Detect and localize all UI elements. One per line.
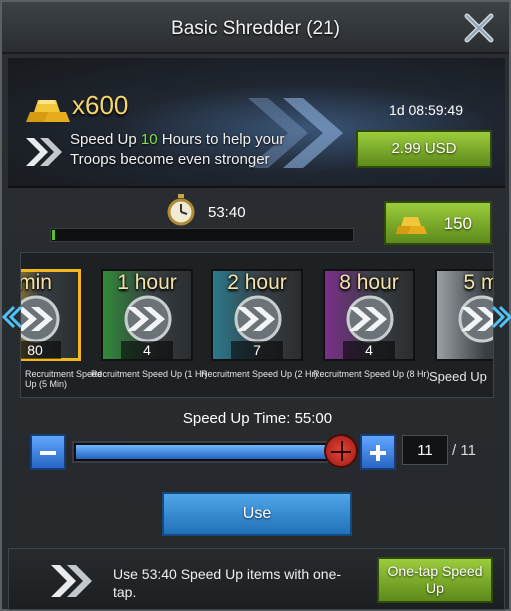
- offer-countdown: 1d 08:59:49: [389, 102, 463, 118]
- speedup-item-label: Recruitment Speed Up (2 Hr): [201, 369, 318, 379]
- chevron-speedup-icon: [26, 138, 62, 166]
- dialog-title: Basic Shredder (21): [171, 18, 340, 39]
- speedup-item-duration: 1 hour: [117, 271, 177, 294]
- quantity-max: / 11: [452, 442, 476, 459]
- remaining-time: 53:40: [208, 204, 246, 221]
- gold-speedup-cost: 150: [443, 214, 472, 233]
- carousel-left-arrow-icon[interactable]: [2, 305, 22, 329]
- gold-bars-icon: [396, 217, 427, 234]
- close-icon[interactable]: [463, 12, 495, 44]
- training-progress-bar: [50, 228, 354, 242]
- offer-hours-highlight: 10: [140, 131, 158, 148]
- use-button[interactable]: Use: [162, 492, 352, 536]
- speed-up-time-label: Speed Up Time: 55:00: [182, 410, 333, 427]
- one-tap-footer: Use 53:40 Speed Up items with one-tap. O…: [8, 548, 505, 610]
- one-tap-message: Use 53:40 Speed Up items with one-tap.: [113, 566, 342, 600]
- speedup-item-duration: min: [20, 271, 52, 294]
- speedup-item-count: 4: [121, 341, 173, 359]
- chevron-speedup-icon: [21, 295, 60, 343]
- chevron-speedup-icon: [234, 295, 282, 343]
- speedup-item[interactable]: 5 m: [435, 269, 493, 361]
- speedup-item-count: 7: [231, 341, 283, 359]
- one-tap-speedup-button[interactable]: One-tap Speed Up: [377, 557, 493, 603]
- gold-bars-icon: [26, 100, 70, 122]
- quantity-slider-fill: [76, 445, 350, 459]
- title-bar: Basic Shredder (21): [2, 2, 509, 54]
- quantity-slider-handle[interactable]: [324, 434, 358, 468]
- chevron-speedup-icon: [346, 295, 394, 343]
- quantity-slider-track[interactable]: [72, 441, 354, 463]
- speedup-item[interactable]: 1 hour 4: [101, 269, 193, 361]
- gold-amount: x600: [72, 90, 129, 120]
- speedup-item-label: Recruitment Speed Up (8 Hr): [313, 369, 430, 379]
- chevron-speedup-icon: [51, 565, 92, 597]
- speedup-item-carousel: min 80 Recruitment Speed Up (5 Min) 1 hour 4…: [20, 252, 494, 398]
- speedup-item-duration: 5 m: [463, 271, 493, 294]
- training-progress-fill: [52, 230, 55, 240]
- speedup-item-count: 80: [21, 341, 61, 359]
- speedup-dialog: Basic Shredder (21) x600 Speed Up 10 Hou…: [0, 0, 511, 611]
- gold-speedup-button[interactable]: 150: [384, 201, 492, 245]
- speedup-item-label: Speed Up: [429, 369, 487, 384]
- speedup-item-duration: 8 hour: [339, 271, 399, 294]
- stopwatch-icon: [167, 194, 195, 226]
- quantity-input[interactable]: [402, 435, 448, 465]
- buy-offer-button[interactable]: 2.99 USD: [356, 130, 492, 168]
- speedup-item-count: 4: [343, 341, 395, 359]
- speedup-item-label: Recruitment Speed Up (1 Hr): [91, 369, 208, 379]
- speedup-item[interactable]: 2 hour 7: [211, 269, 303, 361]
- speedup-item-duration: 2 hour: [227, 271, 287, 294]
- offer-banner: x600 Speed Up 10 Hours to help your Troo…: [8, 58, 505, 188]
- speedup-item[interactable]: min 80: [20, 269, 81, 361]
- decrease-quantity-button[interactable]: [30, 434, 66, 470]
- offer-text-part1: Speed Up: [70, 131, 141, 148]
- chevron-speedup-icon: [124, 295, 172, 343]
- chevron-speedup-icon: [458, 295, 493, 343]
- carousel-right-arrow-icon[interactable]: [492, 305, 511, 329]
- speedup-item[interactable]: 8 hour 4: [323, 269, 415, 361]
- offer-description: Speed Up 10 Hours to help your Troops be…: [70, 130, 310, 170]
- increase-quantity-button[interactable]: [360, 434, 396, 470]
